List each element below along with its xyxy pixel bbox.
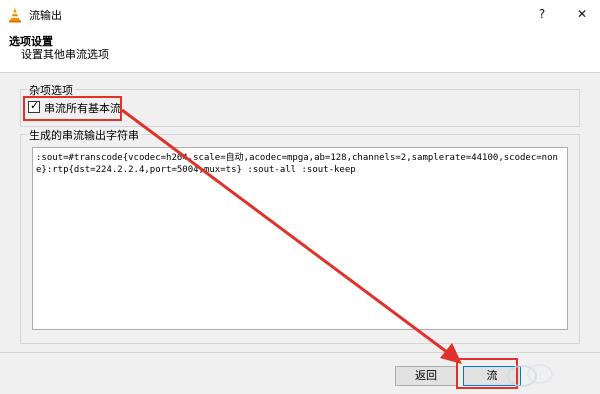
annotation-arrow: [121, 108, 462, 364]
watermark-logo-icon: [507, 364, 553, 387]
